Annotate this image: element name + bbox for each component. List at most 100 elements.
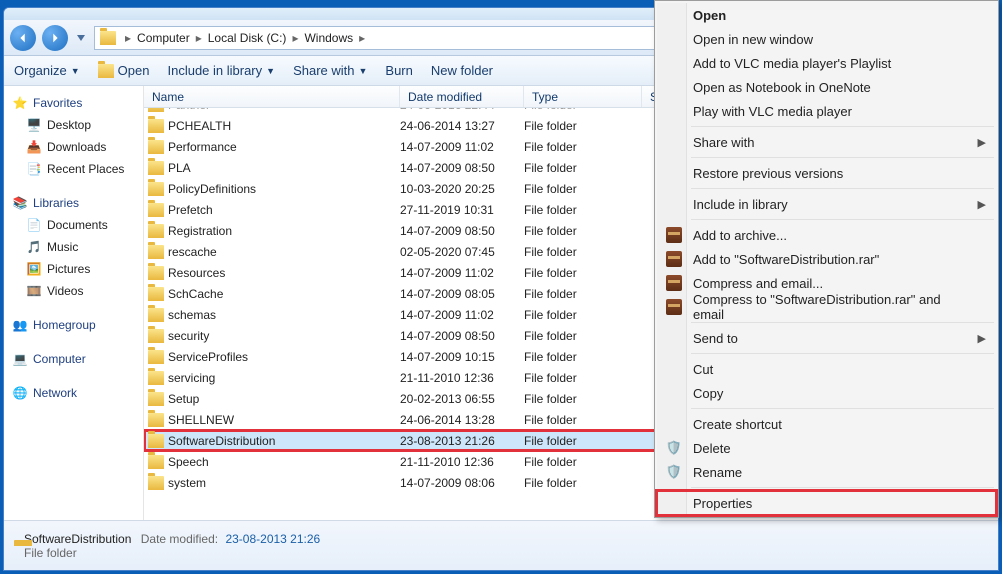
sidebar-downloads[interactable]: 📥Downloads bbox=[4, 136, 143, 158]
cm-vlc-playlist[interactable]: Add to VLC media player's Playlist bbox=[657, 51, 996, 75]
folder-icon bbox=[148, 392, 164, 406]
cm-open[interactable]: Open bbox=[657, 3, 996, 27]
include-library-button[interactable]: Include in library ▼ bbox=[167, 63, 275, 78]
folder-type: File folder bbox=[524, 203, 642, 217]
chevron-right-icon[interactable]: ▸ bbox=[192, 31, 206, 45]
folder-icon bbox=[148, 224, 164, 238]
cm-add-rar[interactable]: Add to "SoftwareDistribution.rar" bbox=[657, 247, 996, 271]
sidebar-favorites[interactable]: ⭐Favorites bbox=[4, 92, 143, 114]
folder-type: File folder bbox=[524, 329, 642, 343]
cm-onenote[interactable]: Open as Notebook in OneNote bbox=[657, 75, 996, 99]
cm-add-archive[interactable]: Add to archive... bbox=[657, 223, 996, 247]
column-date[interactable]: Date modified bbox=[400, 86, 524, 107]
sidebar-homegroup[interactable]: 👥Homegroup bbox=[4, 314, 143, 336]
cm-restore-previous[interactable]: Restore previous versions bbox=[657, 161, 996, 185]
folder-date: 14-07-2009 11:02 bbox=[400, 140, 524, 154]
folder-icon bbox=[148, 308, 164, 322]
downloads-icon: 📥 bbox=[26, 139, 42, 155]
folder-icon bbox=[148, 161, 164, 175]
forward-button[interactable] bbox=[42, 25, 68, 51]
cm-vlc-play[interactable]: Play with VLC media player bbox=[657, 99, 996, 123]
navigation-pane: ⭐Favorites 🖥️Desktop 📥Downloads 📑Recent … bbox=[4, 86, 144, 520]
recent-icon: 📑 bbox=[26, 161, 42, 177]
sidebar-desktop[interactable]: 🖥️Desktop bbox=[4, 114, 143, 136]
folder-type: File folder bbox=[524, 371, 642, 385]
cm-delete[interactable]: 🛡️Delete bbox=[657, 436, 996, 460]
folder-icon bbox=[148, 413, 164, 427]
folder-date: 14-07-2009 10:15 bbox=[400, 350, 524, 364]
folder-type: File folder bbox=[524, 392, 642, 406]
new-folder-button[interactable]: New folder bbox=[431, 63, 493, 78]
folder-name: Prefetch bbox=[168, 203, 213, 217]
folder-date: 14-07-2009 08:50 bbox=[400, 224, 524, 238]
sidebar-recent-places[interactable]: 📑Recent Places bbox=[4, 158, 143, 180]
sidebar-music[interactable]: 🎵Music bbox=[4, 236, 143, 258]
folder-name: Performance bbox=[168, 140, 237, 154]
details-type: File folder bbox=[24, 546, 320, 560]
details-name: SoftwareDistribution bbox=[24, 532, 131, 546]
cm-include-library[interactable]: Include in library▶ bbox=[657, 192, 996, 216]
folder-type: File folder bbox=[524, 245, 642, 259]
breadcrumb-computer[interactable]: Computer bbox=[135, 31, 192, 45]
cm-send-to[interactable]: Send to▶ bbox=[657, 326, 996, 350]
folder-icon bbox=[148, 182, 164, 196]
folder-type: File folder bbox=[524, 182, 642, 196]
folder-type: File folder bbox=[524, 455, 642, 469]
folder-date: 20-02-2013 06:55 bbox=[400, 392, 524, 406]
sidebar-documents[interactable]: 📄Documents bbox=[4, 214, 143, 236]
share-with-button[interactable]: Share with ▼ bbox=[293, 63, 367, 78]
folder-name: system bbox=[168, 476, 206, 490]
folder-icon bbox=[148, 434, 164, 448]
cm-rename[interactable]: 🛡️Rename bbox=[657, 460, 996, 484]
cm-cut[interactable]: Cut bbox=[657, 357, 996, 381]
chevron-right-icon[interactable]: ▸ bbox=[288, 31, 302, 45]
breadcrumb-localdisk[interactable]: Local Disk (C:) bbox=[206, 31, 289, 45]
music-icon: 🎵 bbox=[26, 239, 42, 255]
folder-icon bbox=[148, 476, 164, 490]
folder-date: 23-08-2013 21:26 bbox=[400, 434, 524, 448]
cm-open-new-window[interactable]: Open in new window bbox=[657, 27, 996, 51]
burn-button[interactable]: Burn bbox=[385, 63, 412, 78]
cm-copy[interactable]: Copy bbox=[657, 381, 996, 405]
sidebar-network[interactable]: 🌐Network bbox=[4, 382, 143, 404]
folder-type: File folder bbox=[524, 476, 642, 490]
folder-type: File folder bbox=[524, 224, 642, 238]
history-dropdown[interactable] bbox=[74, 25, 88, 51]
folder-date: 14-07-2009 08:05 bbox=[400, 287, 524, 301]
folder-name: PLA bbox=[168, 161, 191, 175]
star-icon: ⭐ bbox=[12, 95, 28, 111]
cm-create-shortcut[interactable]: Create shortcut bbox=[657, 412, 996, 436]
cm-properties[interactable]: Properties bbox=[657, 491, 996, 515]
organize-button[interactable]: Organize ▼ bbox=[14, 63, 80, 78]
rar-icon bbox=[665, 274, 683, 292]
folder-date: 10-03-2020 20:25 bbox=[400, 182, 524, 196]
folder-name: PolicyDefinitions bbox=[168, 182, 256, 196]
folder-name: servicing bbox=[168, 371, 215, 385]
breadcrumb-windows[interactable]: Windows bbox=[302, 31, 355, 45]
folder-name: SchCache bbox=[168, 287, 223, 301]
chevron-right-icon[interactable]: ▸ bbox=[121, 31, 135, 45]
sidebar-pictures[interactable]: 🖼️Pictures bbox=[4, 258, 143, 280]
libraries-icon: 📚 bbox=[12, 195, 28, 211]
folder-icon bbox=[148, 455, 164, 469]
folder-icon bbox=[148, 329, 164, 343]
back-button[interactable] bbox=[10, 25, 36, 51]
column-name[interactable]: Name bbox=[144, 86, 400, 107]
folder-name: ServiceProfiles bbox=[168, 350, 248, 364]
column-type[interactable]: Type bbox=[524, 86, 642, 107]
folder-type: File folder bbox=[524, 413, 642, 427]
folder-icon bbox=[148, 203, 164, 217]
folder-date: 24-06-2014 13:27 bbox=[400, 119, 524, 133]
folder-type: File folder bbox=[524, 108, 642, 112]
cm-compress-rar-email[interactable]: Compress to "SoftwareDistribution.rar" a… bbox=[657, 295, 996, 319]
chevron-right-icon[interactable]: ▸ bbox=[355, 31, 369, 45]
folder-icon bbox=[148, 119, 164, 133]
cm-share-with[interactable]: Share with▶ bbox=[657, 130, 996, 154]
sidebar-computer[interactable]: 💻Computer bbox=[4, 348, 143, 370]
folder-type: File folder bbox=[524, 434, 642, 448]
sidebar-libraries[interactable]: 📚Libraries bbox=[4, 192, 143, 214]
folder-name: Setup bbox=[168, 392, 199, 406]
open-button[interactable]: Open bbox=[98, 63, 150, 79]
open-folder-icon bbox=[98, 63, 114, 79]
sidebar-videos[interactable]: 🎞️Videos bbox=[4, 280, 143, 302]
